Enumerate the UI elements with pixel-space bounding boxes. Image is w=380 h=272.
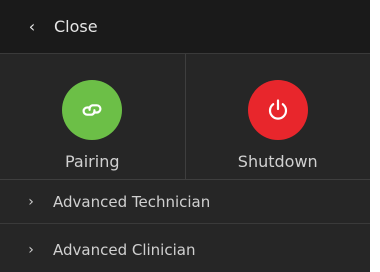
menu-item-advanced-clinician[interactable]: › Advanced Clinician <box>0 228 370 272</box>
chevron-left-icon: ‹ <box>28 17 36 36</box>
shutdown-button[interactable]: Shutdown <box>186 54 371 179</box>
shutdown-label: Shutdown <box>237 152 318 171</box>
power-icon <box>268 99 287 120</box>
chevron-right-icon: › <box>28 193 34 210</box>
menu-item-advanced-technician[interactable]: › Advanced Technician <box>0 180 370 224</box>
shutdown-icon-circle <box>247 80 308 140</box>
link-icon <box>82 104 102 116</box>
chevron-right-icon: › <box>28 242 34 258</box>
action-tiles: Pairing Shutdown <box>0 54 370 180</box>
pairing-icon-circle <box>62 80 123 140</box>
close-button[interactable]: ‹ Close <box>0 0 370 54</box>
menu-panel: ‹ Close Pairing Shutdown › Advanced Tech… <box>0 0 370 272</box>
menu-item-label: Advanced Technician <box>53 192 211 211</box>
pairing-label: Pairing <box>65 152 120 171</box>
pairing-button[interactable]: Pairing <box>0 54 186 179</box>
close-label: Close <box>54 17 98 36</box>
menu-item-label: Advanced Clinician <box>53 241 196 259</box>
